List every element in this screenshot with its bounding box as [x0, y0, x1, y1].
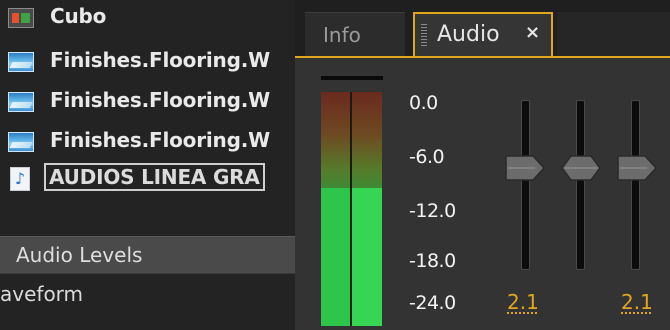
image-file-icon — [8, 92, 34, 112]
tab-strip-empty — [557, 12, 670, 58]
db-scale-label: -12.0 — [409, 200, 456, 222]
fader-knob[interactable] — [617, 155, 657, 181]
fader-value[interactable]: 2.1 — [621, 290, 653, 314]
project-item-flooring-2[interactable]: Finishes.Flooring.W — [0, 84, 295, 118]
audio-level-meter — [321, 92, 382, 326]
audio-levels-row[interactable]: Audio Levels — [0, 236, 295, 274]
audio-mixer-area: 0.0 -6.0 -12.0 -18.0 -24.0 2.1 2.1 — [295, 56, 670, 330]
tab-strip: Info Audio × — [295, 0, 670, 58]
waveform-label: aveform — [0, 282, 84, 306]
project-item-audios[interactable]: ♪ AUDIOS LINEA GRA — [0, 162, 295, 196]
db-scale-label: -18.0 — [409, 250, 456, 272]
tab-info[interactable]: Info — [305, 12, 405, 58]
meter-channel-left — [321, 92, 351, 326]
audio-levels-label: Audio Levels — [16, 243, 143, 267]
waveform-row[interactable]: aveform — [0, 278, 295, 314]
sequence-icon — [8, 8, 34, 28]
db-scale-label: -24.0 — [409, 292, 456, 314]
project-item-label: Finishes.Flooring.W — [50, 48, 270, 72]
fader-knob[interactable] — [505, 155, 545, 181]
close-icon[interactable]: × — [525, 22, 540, 43]
audio-file-icon: ♪ — [10, 167, 30, 191]
tab-info-label: Info — [323, 23, 361, 47]
image-file-icon — [8, 132, 34, 152]
image-file-icon — [8, 52, 34, 72]
tab-grip-icon[interactable] — [421, 24, 427, 48]
project-item-flooring-1[interactable]: Finishes.Flooring.W — [0, 44, 295, 78]
fader-track[interactable] — [631, 100, 640, 270]
audio-panel: Info Audio × 0.0 -6.0 -12.0 -18.0 -24.0 — [295, 0, 670, 330]
project-item-flooring-3[interactable]: Finishes.Flooring.W — [0, 124, 295, 158]
tab-audio-label: Audio — [437, 22, 500, 47]
project-item-label: AUDIOS LINEA GRA — [44, 163, 265, 191]
project-item-cubo[interactable]: Cubo — [0, 0, 295, 34]
project-item-label: Finishes.Flooring.W — [50, 128, 270, 152]
project-item-label: Finishes.Flooring.W — [50, 88, 270, 112]
project-item-label: Cubo — [50, 4, 107, 28]
fader-track[interactable] — [521, 100, 530, 270]
fader-track[interactable] — [576, 100, 585, 270]
db-scale-label: -6.0 — [409, 146, 445, 168]
fader-value[interactable]: 2.1 — [507, 290, 539, 314]
meter-channel-right — [352, 92, 382, 326]
peak-indicator — [321, 76, 383, 80]
db-scale-label: 0.0 — [409, 92, 438, 114]
project-panel: Cubo Finishes.Flooring.W Finishes.Floori… — [0, 0, 295, 330]
fader-knob[interactable] — [561, 155, 601, 181]
tab-audio[interactable]: Audio × — [413, 12, 553, 58]
